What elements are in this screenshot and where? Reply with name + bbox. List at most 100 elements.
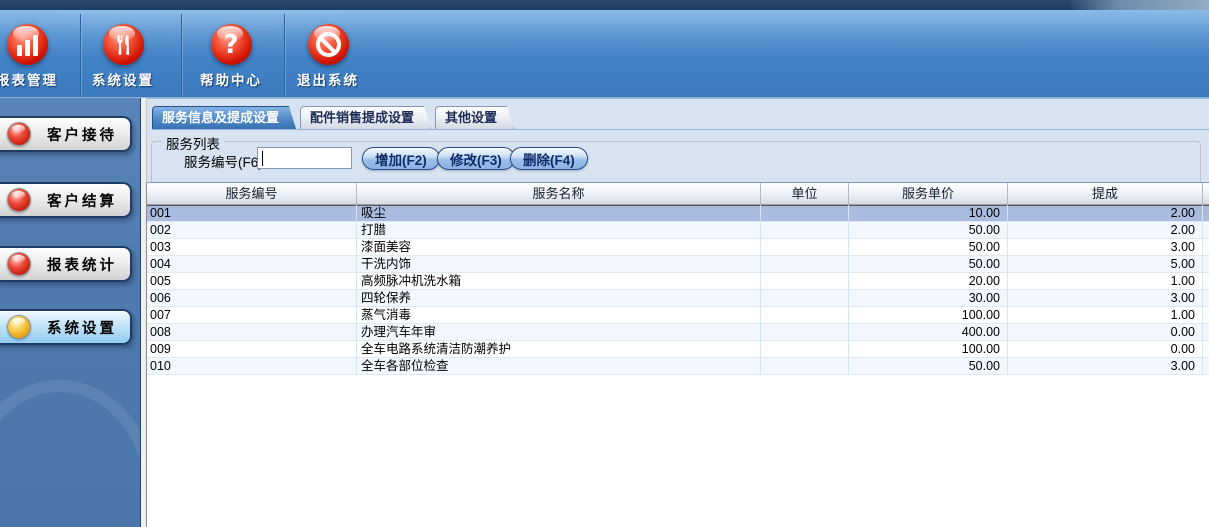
cell-unit-price: 400.00: [849, 324, 1008, 341]
title-bar: [0, 0, 1209, 10]
table-row[interactable]: 010 全车各部位检查 50.00 3.00: [147, 358, 1209, 375]
toolbar-button-system-settings[interactable]: 系统设置: [73, 10, 173, 98]
cell-commission: 0.00: [1008, 341, 1203, 358]
cell-spacer: [1203, 341, 1209, 358]
cell-unit: [761, 290, 849, 307]
prohibition-icon: [308, 24, 349, 65]
cell-service-number: 006: [147, 290, 357, 307]
cell-service-number: 010: [147, 358, 357, 375]
cell-spacer: [1203, 256, 1209, 273]
cell-service-name: 干洗内饰: [357, 256, 761, 273]
sidebar-item-label: 客户结算: [47, 190, 117, 211]
cell-unit-price: 20.00: [849, 273, 1008, 290]
table-row[interactable]: 007 蒸气消毒 100.00 1.00: [147, 307, 1209, 324]
cell-service-number: 008: [147, 324, 357, 341]
cell-service-name: 办理汽车年审: [357, 324, 761, 341]
question-icon: ?: [211, 24, 252, 65]
service-number-input[interactable]: [257, 147, 352, 169]
cell-unit: [761, 358, 849, 375]
cell-service-number: 002: [147, 222, 357, 239]
cell-spacer: [1203, 205, 1209, 222]
table-row[interactable]: 005 高频脉冲机洗水箱 20.00 1.00: [147, 273, 1209, 290]
tab-other-settings[interactable]: 其他设置: [435, 106, 514, 129]
table-body: 001 吸尘 10.00 2.00 002 打腊 50.00 2.00 003 …: [147, 205, 1209, 375]
sidebar-item-system-settings[interactable]: 系统设置: [0, 309, 132, 345]
cell-unit: [761, 205, 849, 222]
cell-commission: 3.00: [1008, 290, 1203, 307]
table-row[interactable]: 003 漆面美容 50.00 3.00: [147, 239, 1209, 256]
table-row[interactable]: 004 干洗内饰 50.00 5.00: [147, 256, 1209, 273]
cell-service-name: 打腊: [357, 222, 761, 239]
service-number-label: 服务编号(F6):: [184, 151, 267, 171]
cell-commission: 2.00: [1008, 205, 1203, 222]
cell-service-name: 吸尘: [357, 205, 761, 222]
cell-unit: [761, 222, 849, 239]
cell-service-number: 005: [147, 273, 357, 290]
column-header-unit[interactable]: 单位: [761, 183, 849, 205]
cell-unit: [761, 273, 849, 290]
tab-bar: 服务信息及提成设置 配件销售提成设置 其他设置: [152, 106, 1209, 130]
sidebar-item-label: 客户接待: [47, 124, 117, 145]
cell-service-number: 009: [147, 341, 357, 358]
table-row[interactable]: 009 全车电路系统清洁防潮养护 100.00 0.00: [147, 341, 1209, 358]
column-header-unit-price[interactable]: 服务单价: [849, 183, 1008, 205]
title-bar-corner: [1069, 0, 1209, 10]
cell-unit-price: 30.00: [849, 290, 1008, 307]
toolbar-button-help[interactable]: ? 帮助中心: [181, 10, 281, 98]
column-header-service-name[interactable]: 服务名称: [357, 183, 761, 205]
sidebar-item-customer-settlement[interactable]: 客户结算: [0, 182, 132, 218]
service-table: 服务编号 服务名称 单位 服务单价 提成 001 吸尘 10.00 2.00 0…: [146, 182, 1209, 527]
column-header-service-number[interactable]: 服务编号: [147, 183, 357, 205]
top-toolbar: 报表管理 系统设置 ? 帮助中心 退出系统: [0, 10, 1209, 98]
cell-service-name: 漆面美容: [357, 239, 761, 256]
cell-unit-price: 10.00: [849, 205, 1008, 222]
cell-unit-price: 100.00: [849, 307, 1008, 324]
table-row[interactable]: 008 办理汽车年审 400.00 0.00: [147, 324, 1209, 341]
yellow-orb-icon: [7, 315, 31, 339]
sidebar-decorative-ring: [0, 380, 140, 527]
cell-service-name: 四轮保养: [357, 290, 761, 307]
modify-button[interactable]: 修改(F3): [437, 147, 515, 170]
table-row[interactable]: 002 打腊 50.00 2.00: [147, 222, 1209, 239]
toolbar-button-reports[interactable]: 报表管理: [0, 10, 77, 98]
sidebar-item-label: 系统设置: [47, 317, 117, 338]
toolbar-button-exit[interactable]: 退出系统: [278, 10, 378, 98]
cell-service-number: 007: [147, 307, 357, 324]
toolbar-button-label: 帮助中心: [181, 69, 281, 89]
toolbar-button-label: 报表管理: [0, 69, 77, 89]
app-window: 报表管理 系统设置 ? 帮助中心 退出系统: [0, 0, 1209, 527]
cell-commission: 0.00: [1008, 324, 1203, 341]
cell-spacer: [1203, 358, 1209, 375]
cell-service-number: 001: [147, 205, 357, 222]
cell-service-name: 全车各部位检查: [357, 358, 761, 375]
delete-button[interactable]: 删除(F4): [510, 147, 588, 170]
cell-service-name: 蒸气消毒: [357, 307, 761, 324]
column-header-commission[interactable]: 提成: [1008, 183, 1203, 205]
add-button[interactable]: 增加(F2): [362, 147, 440, 170]
table-header-row: 服务编号 服务名称 单位 服务单价 提成: [147, 183, 1209, 205]
cell-commission: 3.00: [1008, 239, 1203, 256]
table-row[interactable]: 001 吸尘 10.00 2.00: [147, 205, 1209, 222]
cell-unit: [761, 307, 849, 324]
cell-service-number: 003: [147, 239, 357, 256]
sidebar-item-customer-reception[interactable]: 客户接待: [0, 116, 132, 152]
column-header-spacer: [1203, 183, 1209, 205]
cell-service-number: 004: [147, 256, 357, 273]
tab-parts-sales-commission-settings[interactable]: 配件销售提成设置: [300, 106, 431, 129]
cell-spacer: [1203, 239, 1209, 256]
cell-unit: [761, 324, 849, 341]
cell-unit: [761, 256, 849, 273]
groupbox-title: 服务列表: [162, 133, 224, 153]
main-pane: 服务信息及提成设置 配件销售提成设置 其他设置 服务列表 服务编号(F6): 增…: [147, 98, 1209, 527]
table-row[interactable]: 006 四轮保养 30.00 3.00: [147, 290, 1209, 307]
red-orb-icon: [7, 188, 31, 212]
cell-spacer: [1203, 324, 1209, 341]
cell-spacer: [1203, 273, 1209, 290]
cell-spacer: [1203, 290, 1209, 307]
tab-service-commission-settings[interactable]: 服务信息及提成设置: [152, 106, 296, 129]
cell-commission: 1.00: [1008, 273, 1203, 290]
cell-service-name: 全车电路系统清洁防潮养护: [357, 341, 761, 358]
sidebar-item-report-statistics[interactable]: 报表统计: [0, 246, 132, 282]
cell-unit-price: 50.00: [849, 222, 1008, 239]
toolbar-button-label: 退出系统: [278, 69, 378, 89]
